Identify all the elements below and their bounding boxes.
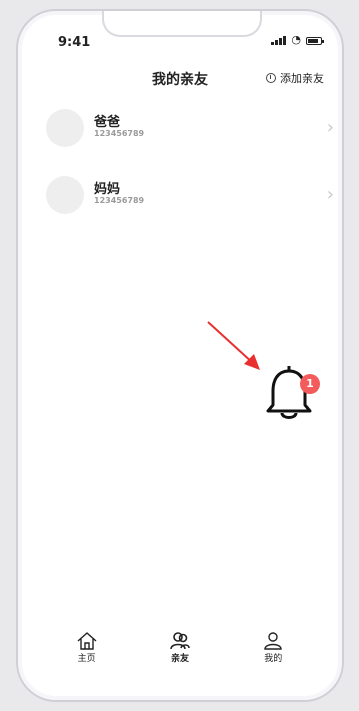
chevron-right-icon: ›	[326, 117, 334, 138]
notch	[102, 11, 262, 37]
contact-item-mom[interactable]: 妈妈 123456789 ›	[46, 174, 334, 218]
profile-icon	[264, 632, 283, 650]
chevron-right-icon: ›	[326, 184, 334, 205]
status-icons: ◔	[271, 33, 324, 46]
add-contact-button[interactable]: 添加亲友	[266, 70, 324, 86]
home-icon	[77, 632, 97, 650]
contact-item-dad[interactable]: 爸爸 123456789 ›	[46, 107, 334, 151]
contact-name: 爸爸	[94, 115, 121, 130]
contact-name: 妈妈	[94, 182, 121, 197]
wifi-icon: ◔	[291, 33, 301, 46]
status-time: 9:41	[58, 35, 91, 50]
pointer-arrow-icon	[207, 321, 260, 370]
add-contact-label: 添加亲友	[280, 72, 324, 85]
avatar	[46, 109, 84, 147]
tab-profile[interactable]: 我的	[248, 631, 298, 664]
add-contact-icon	[266, 73, 276, 83]
contact-phone: 123456789	[94, 196, 145, 205]
tab-label: 主页	[77, 654, 96, 664]
tab-label: 亲友	[170, 654, 189, 664]
phone-frame: 9:41 ◔ 我的 亲友 添加亲友 爸爸 123456789 › 妈妈 12345…	[16, 9, 344, 702]
tab-home[interactable]: 主页	[62, 631, 112, 664]
signal-icon	[271, 35, 287, 45]
tab-friends[interactable]: 亲友	[155, 631, 205, 664]
friends-icon	[170, 632, 190, 650]
tab-label: 我的	[264, 654, 283, 664]
avatar	[46, 176, 84, 214]
notification-badge: 1	[300, 374, 320, 394]
contact-phone: 123456789	[94, 129, 145, 138]
battery-icon	[306, 37, 324, 45]
tab-bar: 主页 亲友 我的	[18, 631, 342, 664]
